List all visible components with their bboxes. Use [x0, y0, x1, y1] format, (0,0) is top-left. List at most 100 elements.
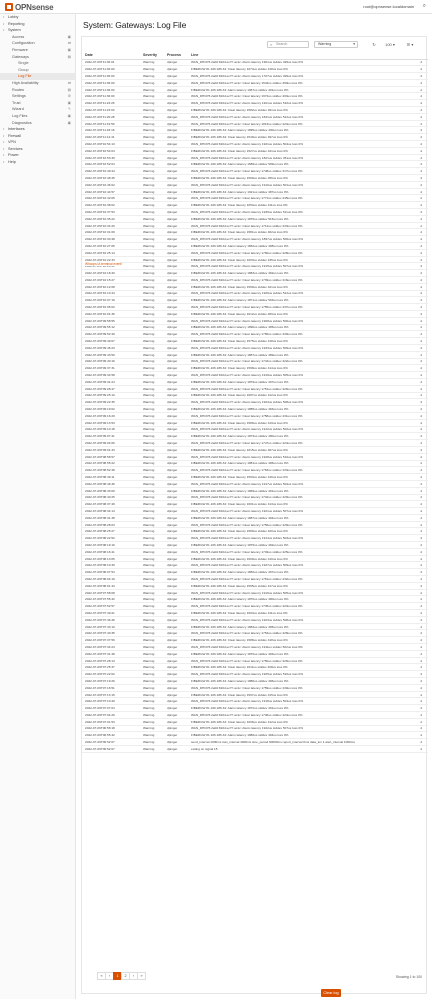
row-details-icon[interactable]: ➜	[414, 147, 428, 155]
sidebar-item-help[interactable]: • Help	[0, 159, 75, 166]
row-details-icon[interactable]: ➜	[414, 568, 428, 577]
row-details-icon[interactable]: ➜	[414, 330, 428, 339]
row-details-icon[interactable]: ➜	[414, 371, 428, 379]
row-details-icon[interactable]: ➜	[414, 426, 428, 434]
row-details-icon[interactable]: ➜	[414, 86, 428, 94]
row-details-icon[interactable]: ➜	[414, 412, 428, 420]
row-details-icon[interactable]: ➜	[414, 738, 428, 746]
row-details-icon[interactable]: ➜	[414, 174, 428, 182]
row-details-icon[interactable]: ➜	[414, 351, 428, 359]
column-header[interactable]: Process	[164, 52, 188, 60]
row-details-icon[interactable]: ➜	[414, 521, 428, 529]
row-details-icon[interactable]: ➜	[414, 364, 428, 373]
row-details-icon[interactable]: ➜	[414, 269, 428, 277]
row-details-icon[interactable]: ➜	[414, 561, 428, 570]
row-details-icon[interactable]: ➜	[414, 691, 428, 699]
row-details-icon[interactable]: ➜	[414, 154, 428, 162]
row-details-icon[interactable]: ➜	[414, 337, 428, 345]
row-details-icon[interactable]: ➜	[414, 398, 428, 407]
row-details-icon[interactable]: ➜	[414, 392, 428, 400]
page-button[interactable]: »	[137, 972, 146, 980]
sidebar-item-settings[interactable]: Settings ⚙	[0, 93, 75, 100]
sidebar-item-group[interactable]: Group	[0, 67, 75, 74]
row-details-icon[interactable]: ➜	[414, 677, 428, 685]
row-details-icon[interactable]: ➜	[414, 650, 428, 658]
row-details-icon[interactable]: ➜	[414, 446, 428, 454]
page-size-select[interactable]: 100 ▾	[382, 41, 398, 48]
row-details-icon[interactable]: ➜	[414, 215, 428, 223]
row-details-icon[interactable]: ➜	[414, 72, 428, 80]
refresh-icon[interactable]: ↻	[370, 41, 378, 48]
sidebar-item-diagnostics[interactable]: Diagnostics ▣	[0, 120, 75, 127]
row-details-icon[interactable]: ➜	[414, 629, 428, 638]
row-details-icon[interactable]: ➜	[414, 222, 428, 230]
row-details-icon[interactable]: ➜	[414, 480, 428, 488]
row-details-icon[interactable]: ➜	[414, 548, 428, 556]
row-details-icon[interactable]: ➜	[414, 494, 428, 502]
row-details-icon[interactable]: ➜	[414, 296, 428, 305]
row-details-icon[interactable]: ➜	[414, 405, 428, 413]
row-details-icon[interactable]: ➜	[414, 303, 428, 311]
row-details-icon[interactable]: ➜	[414, 256, 428, 264]
row-details-icon[interactable]: ➜	[414, 79, 428, 87]
row-details-icon[interactable]: ➜	[414, 106, 428, 114]
row-details-icon[interactable]: ➜	[414, 725, 428, 733]
sidebar-item-log-file[interactable]: Log File	[0, 73, 75, 80]
row-details-icon[interactable]: ➜	[414, 188, 428, 196]
row-details-icon[interactable]: ➜	[414, 595, 428, 604]
sidebar-item-system[interactable]: • System	[0, 27, 75, 34]
row-details-icon[interactable]: ➜	[414, 310, 428, 318]
search-icon[interactable]: ⌕	[423, 3, 426, 10]
row-details-icon[interactable]: ➜	[414, 582, 428, 590]
row-details-icon[interactable]: ➜	[414, 623, 428, 631]
row-details-icon[interactable]: ➜	[414, 589, 428, 597]
row-details-icon[interactable]: ➜	[414, 290, 428, 298]
row-details-icon[interactable]: ➜	[414, 126, 428, 135]
row-details-icon[interactable]: ➜	[414, 378, 428, 386]
row-details-icon[interactable]: ➜	[414, 731, 428, 740]
severity-select[interactable]: Warning ▾	[314, 41, 358, 48]
row-details-icon[interactable]: ➜	[414, 317, 428, 325]
sidebar-item-routes[interactable]: Routes ▤	[0, 87, 75, 94]
row-details-icon[interactable]: ➜	[414, 181, 428, 189]
row-details-icon[interactable]: ➜	[414, 419, 428, 427]
sidebar-item-interfaces[interactable]: • Interfaces	[0, 126, 75, 133]
row-details-icon[interactable]: ➜	[414, 718, 428, 726]
sidebar-item-services[interactable]: • Services	[0, 146, 75, 153]
row-details-icon[interactable]: ➜	[414, 133, 428, 142]
sidebar-item-firmware[interactable]: Firmware ▣	[0, 47, 75, 54]
row-details-icon[interactable]: ➜	[414, 500, 428, 509]
sidebar-item-single[interactable]: Single	[0, 60, 75, 67]
row-details-icon[interactable]: ➜	[414, 663, 428, 672]
row-details-icon[interactable]: ➜	[414, 541, 428, 549]
sidebar-item-configuration[interactable]: Configuration ⇄	[0, 40, 75, 47]
row-details-icon[interactable]: ➜	[414, 616, 428, 624]
row-details-icon[interactable]: ➜	[414, 439, 428, 447]
row-details-icon[interactable]: ➜	[414, 194, 428, 203]
row-details-icon[interactable]: ➜	[414, 113, 428, 121]
row-details-icon[interactable]: ➜	[414, 473, 428, 481]
row-details-icon[interactable]: ➜	[414, 602, 428, 611]
row-details-icon[interactable]: ➜	[414, 487, 428, 495]
sidebar-item-log-files[interactable]: Log Files ▣	[0, 113, 75, 120]
row-details-icon[interactable]: ➜	[414, 466, 428, 475]
sidebar-item-lobby[interactable]: • Lobby	[0, 14, 75, 21]
row-details-icon[interactable]: ➜	[414, 208, 428, 216]
row-details-icon[interactable]: ➜	[414, 262, 428, 271]
row-details-icon[interactable]: ➜	[414, 657, 428, 665]
column-header[interactable]: Date	[82, 52, 140, 60]
row-details-icon[interactable]: ➜	[414, 99, 428, 108]
row-details-icon[interactable]: ➜	[414, 697, 428, 706]
row-details-icon[interactable]: ➜	[414, 453, 428, 461]
row-details-icon[interactable]: ➜	[414, 704, 428, 712]
row-details-icon[interactable]: ➜	[414, 160, 428, 169]
row-details-icon[interactable]: ➜	[414, 684, 428, 692]
sidebar-item-vpn[interactable]: • VPN	[0, 139, 75, 146]
row-details-icon[interactable]: ➜	[414, 527, 428, 536]
row-details-icon[interactable]: ➜	[414, 670, 428, 679]
sidebar-item-trust[interactable]: Trust ▣	[0, 100, 75, 107]
row-details-icon[interactable]: ➜	[414, 555, 428, 563]
row-details-icon[interactable]: ➜	[414, 358, 428, 366]
sidebar-item-wizard[interactable]: Wizard ✎	[0, 106, 75, 113]
columns-select[interactable]: ☰ ▾	[402, 41, 418, 48]
